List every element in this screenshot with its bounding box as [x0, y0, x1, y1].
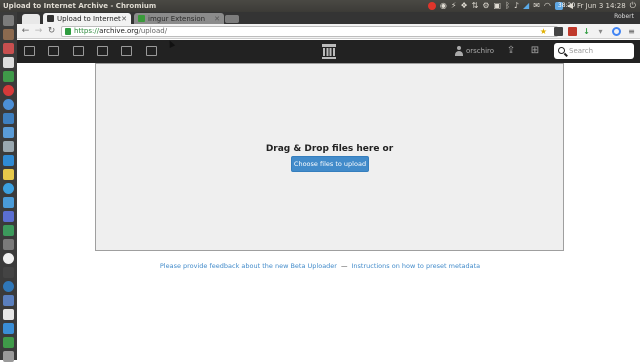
bookmark-star-icon[interactable]: ★: [539, 27, 548, 36]
user-menu[interactable]: orschiro: [455, 46, 494, 56]
files-icon[interactable]: [3, 29, 14, 40]
writer-icon[interactable]: [3, 323, 14, 334]
wifi-icon[interactable]: ◠: [544, 2, 551, 10]
dropbox-icon[interactable]: ❖: [461, 2, 468, 10]
app-icon-21[interactable]: [3, 295, 14, 306]
close-icon[interactable]: ✕: [214, 15, 220, 23]
network-icon[interactable]: ⇅: [472, 2, 479, 10]
app-icon-14[interactable]: [3, 197, 14, 208]
app-icon-17[interactable]: [3, 239, 14, 250]
tab-label: Upload to Internet A: [57, 14, 122, 23]
text-editor-icon[interactable]: [3, 57, 14, 68]
telegram-launcher-icon[interactable]: [3, 183, 14, 194]
lock-icon: [65, 28, 71, 35]
document-icon[interactable]: [3, 309, 14, 320]
record-icon[interactable]: [427, 2, 436, 10]
app-icon-8[interactable]: [3, 113, 14, 124]
tab-imgur[interactable]: imgur Extension ✕: [134, 13, 224, 24]
settings-icon[interactable]: ⚙: [482, 2, 489, 10]
notes-icon[interactable]: [3, 169, 14, 180]
drop-instructions: Drag & Drop files here or: [265, 144, 394, 154]
upload-icon[interactable]: ⇪: [505, 45, 517, 57]
search-icon: [558, 47, 565, 54]
web-icon[interactable]: [24, 46, 35, 56]
uploader-links: Please provide feedback about the new Be…: [0, 262, 640, 270]
battery-indicator[interactable]: 38:20: [554, 2, 575, 10]
unity-launcher: [0, 12, 17, 362]
donate-gift-icon[interactable]: ⊞: [529, 45, 541, 57]
calc-icon[interactable]: [3, 337, 14, 348]
menu-icon[interactable]: ≡: [627, 27, 636, 36]
clock[interactable]: Fr Jun 3 14:28: [577, 2, 626, 10]
lastpass-icon[interactable]: [568, 27, 577, 36]
usb-icon[interactable]: ⚡: [451, 2, 457, 10]
software-icon[interactable]: [121, 46, 132, 56]
telegram-icon[interactable]: ◢: [523, 2, 529, 10]
system-top-panel: Upload to Internet Archive - Chromium ◉ …: [0, 0, 640, 12]
new-tab-button[interactable]: [225, 15, 239, 23]
archive-favicon-icon: [47, 15, 54, 22]
url-path: /upload/: [138, 27, 168, 35]
user-icon: [455, 46, 463, 56]
download-icon[interactable]: ↓: [582, 27, 591, 36]
volume-icon[interactable]: ♪: [514, 2, 519, 10]
video-icon[interactable]: [73, 46, 84, 56]
spreadsheet-icon[interactable]: [3, 71, 14, 82]
pinned-tab[interactable]: [22, 14, 40, 24]
dash-icon[interactable]: [3, 15, 14, 26]
url-scheme: https://: [74, 27, 100, 35]
internet-archive-logo-icon[interactable]: [322, 44, 336, 59]
session-user-label[interactable]: Robert: [614, 13, 634, 20]
dropdown-icon[interactable]: ▾: [596, 27, 605, 36]
search-placeholder: Search: [569, 47, 594, 55]
preset-metadata-link[interactable]: Instructions on how to preset metadata: [351, 262, 480, 270]
search-input[interactable]: Search: [554, 43, 634, 59]
audio-icon[interactable]: [97, 46, 108, 56]
mail-icon[interactable]: ✉: [533, 2, 540, 10]
location-icon[interactable]: ◉: [440, 2, 447, 10]
browser-toolbar: ← → ↻ https://archive.org/upload/ ★ ↓ ▾ …: [17, 24, 640, 39]
choose-files-button[interactable]: Choose files to upload: [291, 156, 369, 172]
archive-nav-bar: orschiro ⇪ ⊞ Search: [17, 40, 640, 63]
imgur-favicon-icon: [138, 15, 145, 22]
upload-drop-zone[interactable]: Drag & Drop files here or Choose files t…: [95, 63, 564, 251]
images-icon[interactable]: [146, 46, 157, 56]
app-icon-11[interactable]: [3, 155, 14, 166]
trash-icon[interactable]: [3, 351, 14, 362]
app-icon-15[interactable]: [3, 211, 14, 222]
app-icon-10[interactable]: [3, 141, 14, 152]
tab-upload[interactable]: Upload to Internet A ✕: [43, 13, 131, 24]
tab-label: imgur Extension: [148, 14, 206, 23]
window-title: Upload to Internet Archive - Chromium: [3, 2, 157, 10]
sound-icon[interactable]: ◀: [567, 2, 573, 10]
link-separator: —: [340, 262, 348, 270]
keyboard-icon[interactable]: ▣: [494, 2, 502, 10]
extension-icon[interactable]: [554, 27, 563, 36]
terminal-icon[interactable]: [3, 43, 14, 54]
username: orschiro: [466, 47, 495, 55]
url-host: archive.org: [99, 27, 139, 35]
chromium-icon[interactable]: [3, 99, 14, 110]
system-tray: ◉ ⚡ ❖ ⇅ ⚙ ▣ ᛒ ♪ ◢ ✉ ◠ 38:20 ◀ Fr Jun 3 1…: [427, 1, 636, 11]
reload-icon[interactable]: ↻: [46, 26, 57, 37]
feedback-link[interactable]: Please provide feedback about the new Be…: [160, 262, 337, 270]
tab-strip: Upload to Internet A ✕ imgur Extension ✕: [17, 12, 640, 24]
google-icon[interactable]: [612, 27, 621, 36]
close-icon[interactable]: ✕: [121, 15, 127, 23]
app-icon-16[interactable]: [3, 225, 14, 236]
bluetooth-icon[interactable]: ᛒ: [505, 2, 510, 10]
music-icon[interactable]: [3, 85, 14, 96]
address-bar[interactable]: https://archive.org/upload/: [61, 26, 558, 37]
forward-icon[interactable]: →: [33, 26, 44, 37]
app-icon-9[interactable]: [3, 127, 14, 138]
back-icon[interactable]: ←: [20, 26, 31, 37]
power-icon[interactable]: ⏻: [630, 2, 636, 10]
texts-icon[interactable]: [48, 46, 59, 56]
wordpress-icon[interactable]: [3, 281, 14, 292]
